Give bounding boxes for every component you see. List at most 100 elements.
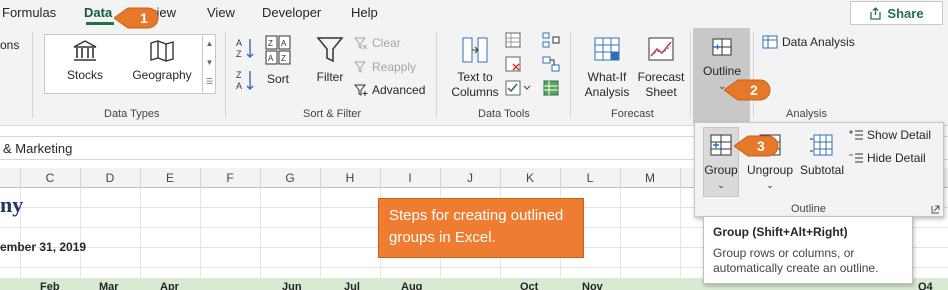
- show-detail-icon: [849, 130, 863, 140]
- column-header-k[interactable]: K: [500, 171, 560, 185]
- data-model-icon: [543, 80, 559, 96]
- column-header-e[interactable]: E: [140, 171, 200, 185]
- separator: [436, 32, 437, 118]
- separator: [690, 32, 691, 118]
- flash-fill-icon: [505, 32, 521, 48]
- column-header-l[interactable]: L: [560, 171, 620, 185]
- show-detail-button[interactable]: Show Detail: [849, 128, 931, 142]
- outline-group-label: Outline: [791, 203, 826, 215]
- data-analysis-button[interactable]: Data Analysis: [762, 34, 855, 50]
- relationships-icon: [542, 56, 560, 72]
- what-if-label-1: What-If: [587, 70, 627, 84]
- active-tab-indicator: [86, 22, 114, 25]
- reapply-icon: [354, 61, 367, 73]
- reapply-button[interactable]: Reapply: [354, 60, 416, 74]
- column-header-c[interactable]: C: [20, 171, 80, 185]
- month-label: Q4: [918, 281, 933, 290]
- sheet-title: ny: [0, 192, 24, 217]
- column-header-j[interactable]: J: [440, 171, 500, 185]
- tab-view[interactable]: View: [207, 5, 235, 20]
- separator: [570, 32, 571, 118]
- map-icon: [150, 40, 174, 62]
- svg-text:Z: Z: [236, 49, 242, 59]
- sort-za-button[interactable]: ZA: [234, 68, 258, 98]
- hide-detail-label: Hide Detail: [867, 151, 926, 165]
- advanced-button[interactable]: Advanced: [354, 83, 425, 97]
- tab-developer[interactable]: Developer: [262, 5, 321, 20]
- column-header-m[interactable]: M: [620, 171, 680, 185]
- svg-text:A: A: [236, 38, 242, 48]
- what-if-analysis-button[interactable]: What-If Analysis: [578, 34, 636, 100]
- steps-description-callout: Steps for creating outlined groups in Ex…: [378, 198, 584, 258]
- sort-az-button[interactable]: AZ: [234, 36, 258, 66]
- forecast-group-label: Forecast: [611, 108, 654, 120]
- hide-detail-button[interactable]: Hide Detail: [849, 151, 926, 165]
- analysis-group-label: Analysis: [786, 108, 827, 120]
- month-label: Apr: [160, 281, 179, 290]
- flash-fill-button[interactable]: [505, 32, 521, 52]
- tooltip-title: Group (Shift+Alt+Right): [713, 225, 848, 239]
- text-to-columns-icon: [462, 37, 488, 63]
- remove-duplicates-button[interactable]: [505, 56, 521, 76]
- data-analysis-icon: [762, 35, 778, 49]
- manage-data-model-button[interactable]: [542, 80, 560, 100]
- consolidate-button[interactable]: [542, 32, 560, 52]
- hide-detail-icon: [849, 153, 863, 163]
- column-header-i[interactable]: I: [380, 171, 440, 185]
- what-if-analysis-icon: [594, 37, 620, 61]
- separator: [32, 32, 33, 118]
- share-icon: [870, 6, 882, 20]
- clear-filter-icon: [354, 37, 368, 50]
- ribbon: ons Stocks Geography ▲ ▼ ☰ Data Types AZ Z…: [0, 26, 948, 126]
- text-to-columns-button[interactable]: Text to Columns: [448, 34, 502, 100]
- tab-data[interactable]: Data: [84, 5, 112, 20]
- sort-dialog-icon: Z AA Z: [265, 35, 291, 65]
- show-detail-label: Show Detail: [867, 128, 932, 142]
- stocks-button[interactable]: Stocks: [60, 38, 110, 83]
- subtotal-button[interactable]: Subtotal: [797, 131, 847, 178]
- month-label: Nov: [582, 281, 603, 290]
- clear-label: Clear: [372, 36, 401, 50]
- data-validation-button[interactable]: [505, 80, 531, 100]
- filter-button[interactable]: Filter: [312, 34, 348, 85]
- column-header-d[interactable]: D: [80, 171, 140, 185]
- tooltip-body: Group rows or columns, or automatically …: [713, 246, 879, 275]
- group-tooltip: Group (Shift+Alt+Right) Group rows or co…: [703, 216, 913, 284]
- advanced-label: Advanced: [372, 83, 426, 97]
- advanced-filter-icon: [354, 84, 368, 96]
- column-header-h[interactable]: H: [320, 171, 380, 185]
- svg-text:A: A: [281, 39, 287, 48]
- relationships-button[interactable]: [542, 56, 560, 76]
- month-label: Jun: [282, 281, 302, 290]
- gallery-scroll[interactable]: ▲ ▼ ☰: [202, 34, 216, 94]
- chevron-down-icon: ⌄: [766, 180, 774, 190]
- share-label: Share: [887, 5, 924, 21]
- outline-dropdown-panel: Group ⌄ Ungroup ⌄ Subtotal Show Detail H…: [694, 122, 944, 217]
- column-header-f[interactable]: F: [200, 171, 260, 185]
- month-label: Feb: [40, 281, 60, 290]
- columns-label: Columns: [451, 85, 499, 99]
- subtotal-label: Subtotal: [799, 163, 845, 177]
- tab-help[interactable]: Help: [351, 5, 378, 20]
- svg-text:A: A: [268, 54, 274, 63]
- sort-button[interactable]: ZAAZ Sort: [262, 34, 294, 87]
- dialog-launcher-icon[interactable]: [931, 205, 940, 214]
- forecast-label-1: Forecast: [637, 70, 685, 84]
- forecast-sheet-button[interactable]: Forecast Sheet: [636, 34, 686, 100]
- cut-off-label: ons: [0, 38, 20, 52]
- tab-formulas[interactable]: Formulas: [2, 5, 56, 20]
- geography-button[interactable]: Geography: [128, 38, 196, 83]
- clear-button[interactable]: Clear: [354, 36, 401, 50]
- what-if-label-2: Analysis: [584, 85, 630, 99]
- reapply-label: Reapply: [372, 60, 417, 74]
- svg-text:A: A: [236, 81, 242, 91]
- share-button[interactable]: Share: [850, 1, 943, 25]
- step-1-callout: [114, 7, 159, 29]
- step-3-number: 3: [757, 138, 765, 154]
- sort-descending-icon: ZA: [236, 70, 254, 91]
- column-header-g[interactable]: G: [260, 171, 320, 185]
- filter-label: Filter: [316, 70, 344, 84]
- svg-text:Z: Z: [281, 54, 286, 63]
- svg-text:Z: Z: [236, 70, 242, 80]
- stocks-icon: [73, 40, 97, 61]
